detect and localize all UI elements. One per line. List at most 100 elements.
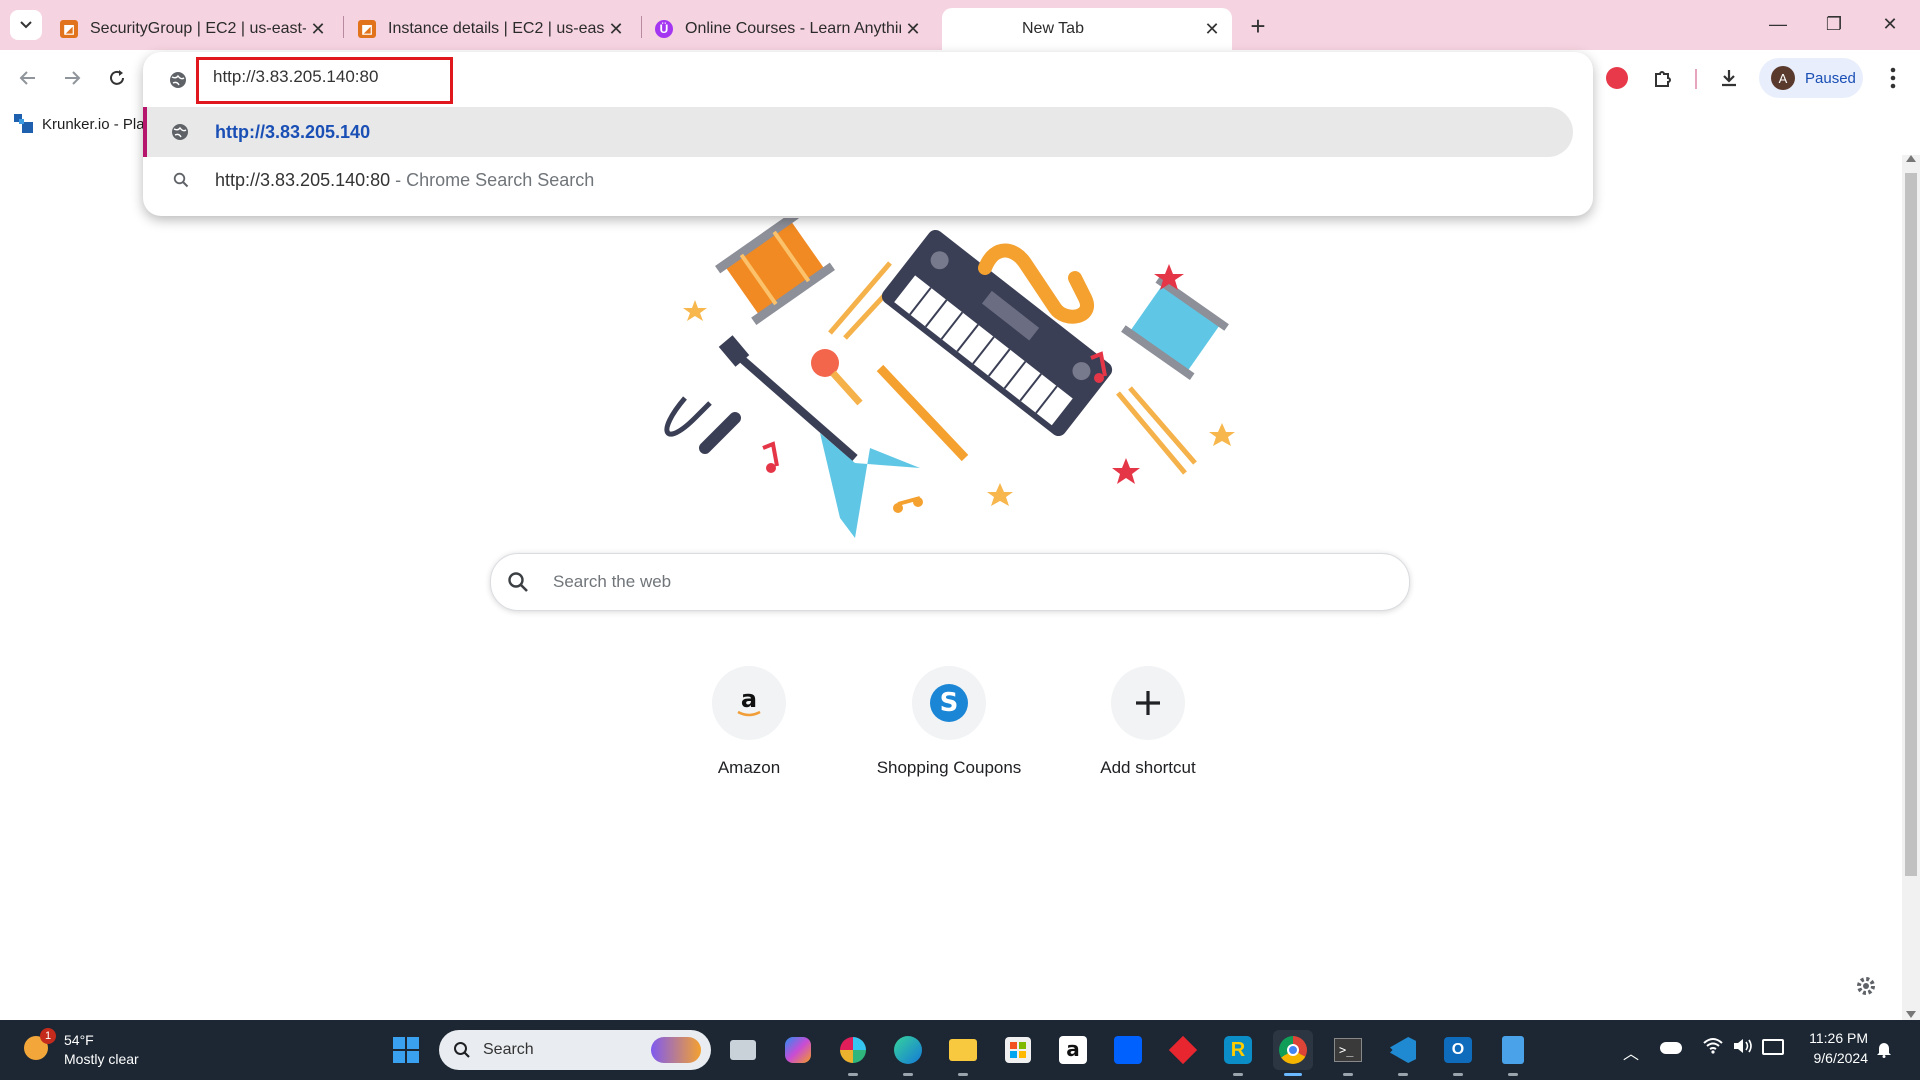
r-app-icon[interactable]: R [1218,1030,1258,1076]
ntp-doodle-illustration [664,218,1235,538]
clock-date[interactable]: 9/6/2024 [1802,1050,1869,1066]
tab-strip: ◩ SecurityGroup | EC2 | us-east-1 ✕ ◩ In… [0,0,1920,50]
aws-icon: ◩ [358,20,376,38]
search-highlight-icon [651,1037,701,1063]
close-icon[interactable]: ✕ [901,17,925,41]
arrow-right-icon [65,71,81,85]
shortcut-shopping-coupons[interactable]: S Shopping Coupons [859,666,1039,778]
amazon-app-icon[interactable]: a [1053,1030,1093,1070]
search-icon [508,572,528,592]
svg-text:a: a [741,685,757,713]
new-tab-button[interactable]: + [1243,11,1273,41]
avatar: A [1771,66,1795,90]
copilot-icon[interactable] [778,1030,818,1070]
clock-time[interactable]: 11:26 PM [1802,1030,1868,1046]
omnibox-suggestion-search[interactable]: http://3.83.205.140:80 - Chrome Search S… [143,156,1573,204]
start-button[interactable] [386,1030,426,1070]
ntp-search-box[interactable]: Search the web [490,553,1410,611]
scrollbar-thumb[interactable] [1905,173,1917,876]
reload-icon [110,70,124,85]
vscode-icon[interactable] [1383,1030,1423,1076]
kebab-menu-icon [1890,67,1896,89]
show-hidden-icons-icon[interactable]: ︿ [1623,1040,1639,1064]
tab-title: Online Courses - Learn Anything [685,20,901,37]
tab-instance-details[interactable]: ◩ Instance details | EC2 | us-east-1 ✕ [358,8,628,50]
taskbar-search-label: Search [483,1041,534,1058]
gear-icon [1857,977,1875,995]
tab-new-tab[interactable]: New Tab ✕ [942,8,1232,50]
suggestion-query: http://3.83.205.140:80 [215,169,391,190]
scroll-down-arrow-icon[interactable] [1906,1011,1916,1018]
tab-title: Instance details | EC2 | us-east-1 [388,20,604,37]
forward-button[interactable] [54,60,90,96]
wifi-icon[interactable] [1702,1036,1724,1059]
close-icon[interactable]: ✕ [306,17,330,41]
tab-title: SecurityGroup | EC2 | us-east-1 [90,20,306,37]
tab-title: New Tab [1022,20,1084,37]
close-icon[interactable]: ✕ [604,17,628,41]
omnibox-suggestion-url[interactable]: http://3.83.205.140 [143,107,1573,157]
globe-icon [170,72,186,88]
customize-button[interactable] [1850,970,1882,1002]
terminal-icon[interactable]: >_ [1328,1030,1368,1076]
scroll-up-arrow-icon[interactable] [1906,155,1916,162]
notification-bell-icon[interactable] [1876,1040,1892,1063]
profile-button[interactable]: A Paused [1759,58,1863,98]
reload-button[interactable] [99,60,135,96]
profile-status: Paused [1805,69,1856,87]
notepad-icon[interactable] [1493,1030,1533,1076]
tab-security-group[interactable]: ◩ SecurityGroup | EC2 | us-east-1 ✕ [60,8,330,50]
udemy-icon: Ü [655,20,673,38]
extensions-puzzle-icon[interactable] [1645,60,1681,96]
suggestion-url: http://3.83.205.140 [215,121,371,142]
onedrive-icon[interactable] [1660,1042,1682,1054]
coupons-icon: S [912,666,986,740]
page-scrollbar[interactable] [1902,155,1920,1020]
folder-icon[interactable] [943,1030,983,1076]
shortcut-label: Shopping Coupons [876,758,1022,777]
krunker-icon [14,114,33,133]
globe-icon [172,124,188,140]
bookmark-label: Krunker.io - Pla [42,115,145,133]
shortcut-label: Add shortcut [1100,758,1196,777]
windows-icon [393,1037,419,1063]
close-window-button[interactable]: ✕ [1862,0,1918,48]
aws-icon: ◩ [60,20,78,38]
dropbox-icon[interactable] [1108,1030,1148,1070]
tab-online-courses[interactable]: Ü Online Courses - Learn Anything ✕ [655,8,925,50]
outlook-icon[interactable]: O [1438,1030,1478,1076]
amazon-icon: a [712,666,786,740]
arrow-left-icon [19,71,35,85]
weather-widget[interactable]: 1 54°F Mostly clear [20,1028,160,1072]
menu-button[interactable] [1875,60,1911,96]
back-button[interactable] [10,60,46,96]
bookmark-krunker[interactable]: Krunker.io - Pla [14,114,145,134]
shortcut-amazon[interactable]: a Amazon [659,666,839,778]
slack-icon[interactable] [833,1030,873,1076]
download-button[interactable] [1711,60,1747,96]
plus-icon [1111,666,1185,740]
diamond-app-icon[interactable] [1163,1030,1203,1070]
taskbar: 1 54°F Mostly clear Search a R >_ O ︿ 11… [0,1020,1920,1080]
download-icon [1722,70,1736,87]
search-icon [173,172,189,188]
restore-button[interactable]: ❐ [1806,0,1862,48]
taskbar-search[interactable]: Search [439,1030,711,1070]
tab-search-button[interactable] [10,10,42,40]
extension-red-icon[interactable] [1599,60,1635,96]
suggestion-source: - Chrome Search Search [390,169,595,190]
volume-icon[interactable] [1732,1037,1754,1060]
chevron-down-icon [20,21,32,29]
weather-badge: 1 [40,1028,56,1044]
battery-icon[interactable] [1762,1039,1784,1055]
edge-icon[interactable] [888,1030,928,1076]
shortcut-label: Amazon [717,758,781,777]
store-icon[interactable] [998,1030,1038,1070]
shortcut-add[interactable]: Add shortcut [1058,666,1238,778]
minimize-button[interactable]: — [1750,0,1806,48]
search-icon [454,1042,470,1058]
close-icon[interactable]: ✕ [1200,17,1224,41]
chrome-icon[interactable] [1273,1030,1313,1076]
task-view-icon[interactable] [723,1030,763,1070]
weather-temp: 54°F [64,1032,94,1048]
